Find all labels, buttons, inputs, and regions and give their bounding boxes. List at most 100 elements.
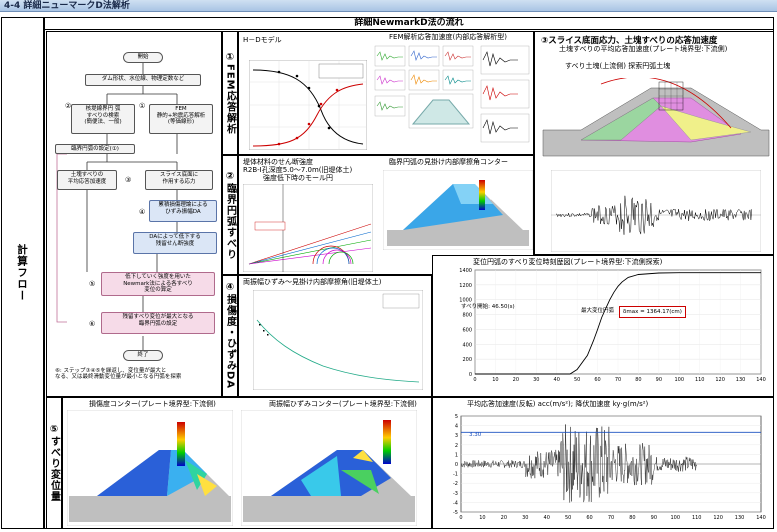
- accel-ytick-label: 0: [455, 462, 458, 468]
- fem-title: FEM解析応答加速度(内部応答解析型): [389, 33, 507, 41]
- flow-num-6: ⑥: [89, 320, 96, 328]
- disp-ytick-label: 0: [469, 372, 472, 378]
- friction-angle-contour: [383, 170, 533, 250]
- disp-ytick-label: 1000: [459, 298, 472, 304]
- slip-start-annotation: すべり開始: 46.50(s): [461, 304, 515, 310]
- flow-end: 終了: [123, 350, 163, 361]
- strain-contour-title: 両振幅ひずみコンター(プレート境界型:下流側): [269, 400, 417, 408]
- mohr-circle-chart: [243, 184, 373, 272]
- accel-ytick-label: -3: [453, 491, 458, 497]
- section1-label-box: ①FEM応答解析: [222, 31, 238, 155]
- accel-ytick-label: 2: [455, 443, 458, 449]
- flow-step-newmark: 低下していく強度を用いた Newmark法による各すべり 変位の算定: [101, 272, 215, 296]
- section3-panel: ③スライス底面応力、土塊すべりの応答加速度 土塊すべりの平均応答加速度(プレート…: [534, 31, 774, 255]
- section3-annotation: すべり土塊(上流側) 探索円弧土塊: [565, 62, 671, 70]
- section5-label-box: ⑤すべり変位量: [46, 397, 62, 529]
- accel-xtick-label: 30: [522, 515, 528, 521]
- flow-step-fem: FEM 静的+地震応答解析 (等価線形): [149, 104, 213, 134]
- disp-xtick-label: 10: [492, 377, 498, 383]
- strain-contour: [241, 410, 417, 526]
- section3-subtitle: 土塊すべりの平均応答加速度(プレート境界型:下流側): [559, 45, 728, 53]
- section5-contour-panel: 損傷度コンター(プレート境界型:下流側) 両振幅ひずみコンター(プレート境界型:…: [62, 397, 432, 529]
- disp-xtick-label: 70: [615, 377, 621, 383]
- flow-num-3: ③: [125, 176, 132, 184]
- max-displacement-value: δmax = 1364.17(cm): [619, 306, 686, 318]
- disp-xtick-label: 30: [533, 377, 539, 383]
- flow-start: 開始: [123, 52, 163, 63]
- disp-xtick-label: 120: [715, 377, 725, 383]
- strain-friction-title: 両振幅ひずみ～見掛け内部摩擦角(旧堤体土): [243, 278, 382, 286]
- flow-step-residual-strength: DAによって低下する 残留せん断強度: [133, 232, 217, 254]
- flow-step-slice-stress: スライス底面に 作用する応力: [145, 170, 213, 190]
- disp-xtick-label: 100: [675, 377, 685, 383]
- fem-response-charts: [374, 45, 530, 143]
- max-circle-label: 最大変位円弧: [581, 308, 615, 314]
- calc-flow-label: 計算フロー: [16, 244, 28, 302]
- accel-ytick-label: 3: [455, 433, 458, 439]
- disp-ytick-label: 800: [462, 313, 472, 319]
- accel-xtick-label: 90: [651, 515, 657, 521]
- hd-model-title: H－Dモデル: [243, 36, 282, 44]
- displacement-panel: 変位円弧のすべり変位時刻歴図(プレート境界型:下流側探索) 0 200 400 600…: [432, 255, 774, 397]
- accel-xtick-label: 140: [756, 515, 766, 521]
- disp-xtick-label: 130: [736, 377, 746, 383]
- ky-label: 3.30: [469, 432, 482, 438]
- disp-xtick-label: 20: [513, 377, 519, 383]
- section4-panel: 両振幅ひずみ～見掛け内部摩擦角(旧堤体土): [238, 275, 432, 397]
- section5-label: ⑤すべり変位量: [48, 424, 60, 502]
- accel-ytick-label: -4: [453, 500, 458, 506]
- flow-step-circle-search: 核堤線界円 弧 すべりの検索 (簡便法、一般): [71, 104, 135, 134]
- accel-xtick-label: 60: [586, 515, 592, 521]
- accel-ytick-label: 4: [455, 424, 458, 430]
- accel-ytick-label: 5: [455, 414, 458, 420]
- slide-mass-accel-chart: [551, 170, 761, 252]
- disp-ytick-label: 200: [462, 357, 472, 363]
- accel-xtick-label: 130: [735, 515, 745, 521]
- strain-friction-chart: [253, 290, 423, 390]
- slice-diagram: [542, 78, 770, 157]
- displacement-title: 変位円弧のすべり変位時刻歴図(プレート境界型:下流側探索): [473, 258, 663, 266]
- contour-title: 臨界円弧の見掛け内部摩擦角コンター: [389, 158, 508, 166]
- accel-xtick-label: 10: [479, 515, 485, 521]
- damage-contour-title: 損傷度コンター(プレート境界型:下流側): [89, 400, 216, 408]
- displacement-chart: 0 200 400 600 800 1000 1200 1400 0 10 20 30 40 50 60 70…: [459, 268, 766, 383]
- accel-xtick-label: 80: [629, 515, 635, 521]
- flow-step-avg-accel: 土塊すべりの 平均応答加速度: [57, 170, 117, 190]
- disp-xtick-label: 60: [594, 377, 600, 383]
- flow-num-5: ⑤: [89, 280, 96, 288]
- disp-xtick-label: 50: [574, 377, 580, 383]
- section-header: 4-4 詳細ニューマークD法解析: [0, 0, 777, 12]
- shear-strength-title2: R2B-Ⅰ孔深度5.0～7.0m(旧堤体土): [243, 166, 353, 174]
- section5-accel-panel: 平均応答加速度(反転) acc(m/s²); 降伏加速度 ky·g(m/s²) …: [432, 397, 774, 529]
- section1-label: ①FEM応答解析: [224, 51, 236, 135]
- flowchart-panel: 開始 ダム形状、水位線、物理定数など ② 核堤線界円 弧 すべりの検索 (簡便法…: [46, 31, 222, 397]
- flow-step-critical-circle: 臨界円弧の設定(①): [55, 144, 135, 154]
- section4-label: ④損傷度・ひずみDA: [224, 282, 236, 390]
- section4-label-box: ④損傷度・ひずみDA: [222, 275, 238, 397]
- flow-note: ⑥: ステップ③④⑤を繰返し、変位量が最大と なる、又は最終滑動変位量が最小とな…: [55, 368, 182, 380]
- disp-ytick-label: 1200: [459, 283, 472, 289]
- flow-step-max-displacement: 残留すべり変位が最大となる 臨界円弧の設定: [101, 312, 215, 334]
- accel-chart: -5-4-3-2-10123450 10 20 30 40 50 60 70 80 90 100 11…: [453, 414, 766, 521]
- disp-ytick-label: 400: [462, 342, 472, 348]
- section1-panel: H－Dモデル FEM解析応答加速度(内部応答解析型): [238, 31, 534, 155]
- accel-xtick-label: 40: [544, 515, 550, 521]
- flow-step-input: ダム形状、水位線、物理定数など: [85, 74, 201, 86]
- main-title: 詳細NewmarkD法の流れ: [44, 17, 774, 30]
- accel-xtick-label: 100: [671, 515, 681, 521]
- accel-ytick-label: -2: [453, 481, 458, 487]
- flow-num-1: ①: [139, 102, 146, 110]
- disp-xtick-label: 140: [756, 377, 766, 383]
- hd-model-chart: [249, 60, 367, 150]
- disp-xtick-label: 0: [473, 377, 476, 383]
- accel-ytick-label: -1: [453, 472, 458, 478]
- accel-xtick-label: 20: [501, 515, 507, 521]
- disp-ytick-label: 1400: [459, 268, 472, 274]
- accel-xtick-label: 120: [713, 515, 723, 521]
- accel-xtick-label: 50: [565, 515, 571, 521]
- section2-label-box: ②臨界円弧すべり: [222, 155, 238, 275]
- accel-xtick-label: 70: [608, 515, 614, 521]
- accel-ytick-label: -5: [453, 510, 458, 516]
- section2-label: ②臨界円弧すべり: [224, 170, 236, 260]
- disp-xtick-label: 90: [656, 377, 662, 383]
